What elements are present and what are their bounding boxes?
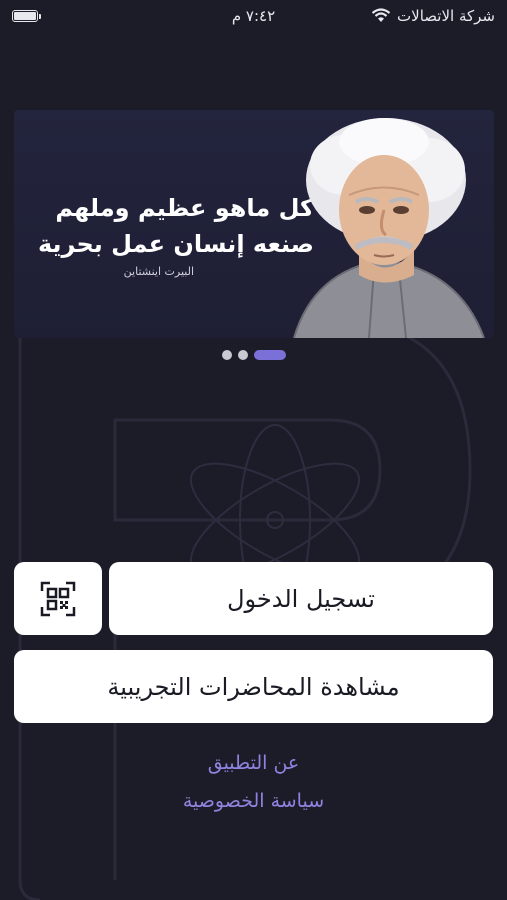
about-app-link[interactable]: عن التطبيق	[0, 752, 507, 774]
carousel-dot[interactable]	[221, 350, 232, 360]
status-time: ٧:٤٢ م	[231, 7, 276, 25]
banner-quote: كل ماهو عظيم وملهم صنعه إنسان عمل بحرية	[37, 194, 314, 258]
demo-lectures-button[interactable]: مشاهدة المحاضرات التجريبية	[14, 650, 493, 723]
privacy-policy-link[interactable]: سياسة الخصوصية	[0, 790, 507, 812]
banner-author: البيرت اينشتاين	[123, 265, 194, 278]
carousel-dot-active[interactable]	[253, 350, 286, 360]
quote-banner[interactable]: كل ماهو عظيم وملهم صنعه إنسان عمل بحرية …	[14, 110, 494, 338]
qr-scan-icon	[40, 581, 76, 616]
status-bar: ٧:٤٢ م شركة الاتصالات	[0, 0, 507, 32]
carousel-dot[interactable]	[237, 350, 248, 360]
einstein-portrait	[293, 118, 485, 338]
qr-scan-button[interactable]	[14, 562, 102, 635]
login-button[interactable]: تسجيل الدخول	[109, 562, 493, 635]
carousel-indicator	[0, 350, 507, 360]
